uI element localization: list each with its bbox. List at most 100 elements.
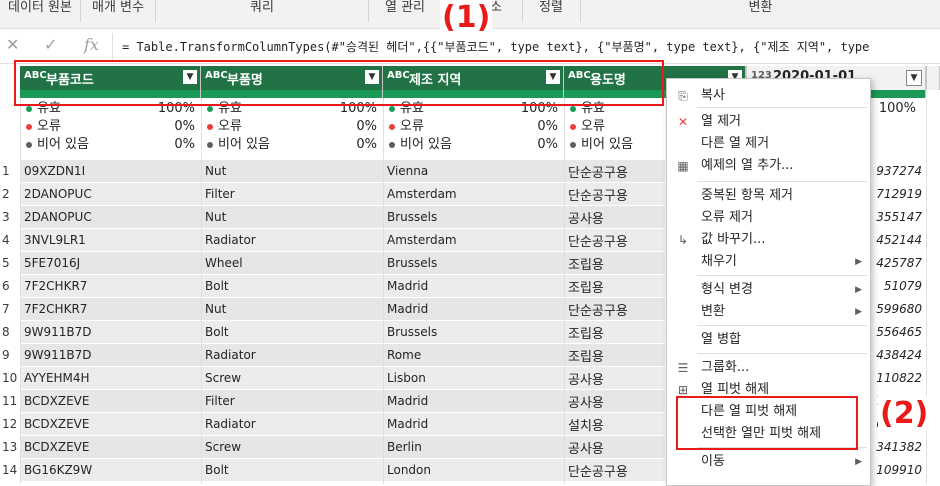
ribbon-group-data-source[interactable]: 데이터 원본: [0, 0, 80, 24]
row-number[interactable]: 1: [0, 164, 22, 178]
cell-part-code[interactable]: BG16KZ9W: [24, 463, 92, 477]
status-dot-icon: [207, 105, 213, 112]
cell-part-name[interactable]: Filter: [205, 394, 235, 408]
cell-part-name[interactable]: Filter: [205, 187, 235, 201]
cell-use[interactable]: 단순공구용: [568, 162, 628, 181]
menu-item-11[interactable]: ☰ 그룹화...: [667, 357, 870, 379]
menu-item-0[interactable]: ⎘ 복사: [667, 85, 870, 107]
column-header-next[interactable]: [926, 66, 940, 90]
cell-use[interactable]: 조립용: [568, 346, 604, 365]
cell-part-name[interactable]: Radiator: [205, 417, 256, 431]
cell-use[interactable]: 단순공구용: [568, 300, 628, 319]
cell-part-name[interactable]: Bolt: [205, 325, 229, 339]
ribbon-group-transform[interactable]: 변환: [581, 0, 940, 24]
cell-use[interactable]: 공사용: [568, 392, 604, 411]
menu-item-15[interactable]: 이동 ▶: [667, 451, 870, 473]
row-number[interactable]: 7: [0, 302, 22, 316]
ribbon-group-query[interactable]: 쿼리: [156, 0, 368, 24]
cell-use[interactable]: 단순공구용: [568, 231, 628, 250]
cell-part-code[interactable]: 09XZDN1I: [24, 164, 85, 178]
close-icon[interactable]: ✕: [6, 35, 19, 54]
row-number[interactable]: 11: [0, 394, 22, 408]
cell-part-code[interactable]: BCDXZEVE: [24, 440, 89, 454]
row-number[interactable]: 4: [0, 233, 22, 247]
cell-region[interactable]: Madrid: [387, 302, 428, 316]
cell-part-code[interactable]: 7F2CHKR7: [24, 302, 87, 316]
row-number[interactable]: 13: [0, 440, 22, 454]
annotation-two: (2): [878, 396, 931, 431]
cell-part-name[interactable]: Radiator: [205, 233, 256, 247]
menu-item-5[interactable]: 오류 제거: [667, 207, 870, 229]
menu-divider: [697, 107, 867, 108]
cell-region[interactable]: Brussels: [387, 210, 437, 224]
row-number[interactable]: 12: [0, 417, 22, 431]
cell-region[interactable]: Madrid: [387, 279, 428, 293]
menu-item-3[interactable]: ▦ 예제의 열 추가...: [667, 155, 870, 177]
row-number[interactable]: 9: [0, 348, 22, 362]
cell-use[interactable]: 조립용: [568, 277, 604, 296]
cell-use[interactable]: 공사용: [568, 369, 604, 388]
row-number[interactable]: 3: [0, 210, 22, 224]
cell-use[interactable]: 조립용: [568, 323, 604, 342]
row-number[interactable]: 5: [0, 256, 22, 270]
row-number[interactable]: 6: [0, 279, 22, 293]
cell-use[interactable]: 공사용: [568, 208, 604, 227]
cell-part-name[interactable]: Bolt: [205, 463, 229, 477]
cell-use[interactable]: 단순공구용: [568, 185, 628, 204]
cell-part-name[interactable]: Wheel: [205, 256, 243, 270]
menu-item-4[interactable]: 중복된 항목 제거: [667, 185, 870, 207]
cell-region[interactable]: London: [387, 463, 431, 477]
cell-use[interactable]: 단순공구용: [568, 461, 628, 480]
cell-region[interactable]: Berlin: [387, 440, 422, 454]
cell-region[interactable]: Brussels: [387, 256, 437, 270]
profile-error-text: 오류: [218, 119, 242, 134]
cell-part-name[interactable]: Screw: [205, 440, 241, 454]
cell-part-code[interactable]: 2DANOPUC: [24, 187, 92, 201]
menu-item-10[interactable]: 열 병합: [667, 329, 870, 351]
cell-part-code[interactable]: BCDXZEVE: [24, 417, 89, 431]
formula-input[interactable]: = Table.TransformColumnTypes(#"승격된 헤더",{…: [122, 38, 869, 55]
cell-part-code[interactable]: BCDXZEVE: [24, 394, 89, 408]
row-number[interactable]: 14: [0, 463, 22, 477]
row-number[interactable]: 8: [0, 325, 22, 339]
cell-part-name[interactable]: Nut: [205, 210, 226, 224]
menu-item-1[interactable]: ✕ 열 제거: [667, 111, 870, 133]
cell-part-code[interactable]: 7F2CHKR7: [24, 279, 87, 293]
row-number[interactable]: 2: [0, 187, 22, 201]
cell-use[interactable]: 공사용: [568, 438, 604, 457]
ribbon-group-parameters[interactable]: 매개 변수: [82, 0, 154, 24]
cell-region[interactable]: Madrid: [387, 417, 428, 431]
cell-part-name[interactable]: Nut: [205, 302, 226, 316]
row-number[interactable]: 10: [0, 371, 22, 385]
cell-use[interactable]: 조립용: [568, 254, 604, 273]
cell-part-code[interactable]: 3NVL9LR1: [24, 233, 86, 247]
chevron-down-icon[interactable]: ▼: [906, 70, 922, 86]
chevron-right-icon: ▶: [855, 457, 862, 467]
menu-item-7[interactable]: 채우기 ▶: [667, 251, 870, 273]
cell-region[interactable]: Amsterdam: [387, 187, 457, 201]
menu-item-9[interactable]: 변환 ▶: [667, 301, 870, 323]
remove-column-icon: ✕: [677, 115, 689, 129]
cell-part-name[interactable]: Nut: [205, 164, 226, 178]
cell-part-name[interactable]: Radiator: [205, 348, 256, 362]
cell-part-code[interactable]: AYYEHM4H: [24, 371, 90, 385]
cell-region[interactable]: Rome: [387, 348, 421, 362]
cell-part-name[interactable]: Bolt: [205, 279, 229, 293]
cell-part-code[interactable]: 9W911B7D: [24, 325, 92, 339]
ribbon-group-manage-columns[interactable]: 열 관리: [369, 0, 441, 24]
cell-part-code[interactable]: 2DANOPUC: [24, 210, 92, 224]
cell-region[interactable]: Vienna: [387, 164, 428, 178]
cell-region[interactable]: Amsterdam: [387, 233, 457, 247]
ribbon-group-sort[interactable]: 정렬: [523, 0, 579, 24]
menu-item-8[interactable]: 형식 변경 ▶: [667, 279, 870, 301]
cell-part-code[interactable]: 9W911B7D: [24, 348, 92, 362]
menu-item-2[interactable]: 다른 열 제거: [667, 133, 870, 155]
cell-part-name[interactable]: Screw: [205, 371, 241, 385]
cell-region[interactable]: Brussels: [387, 325, 437, 339]
cell-region[interactable]: Madrid: [387, 394, 428, 408]
cell-region[interactable]: Lisbon: [387, 371, 426, 385]
check-icon[interactable]: ✓: [44, 35, 57, 54]
menu-item-6[interactable]: ↳ 값 바꾸기...: [667, 229, 870, 251]
cell-use[interactable]: 설치용: [568, 415, 604, 434]
cell-part-code[interactable]: 5FE7016J: [24, 256, 80, 270]
